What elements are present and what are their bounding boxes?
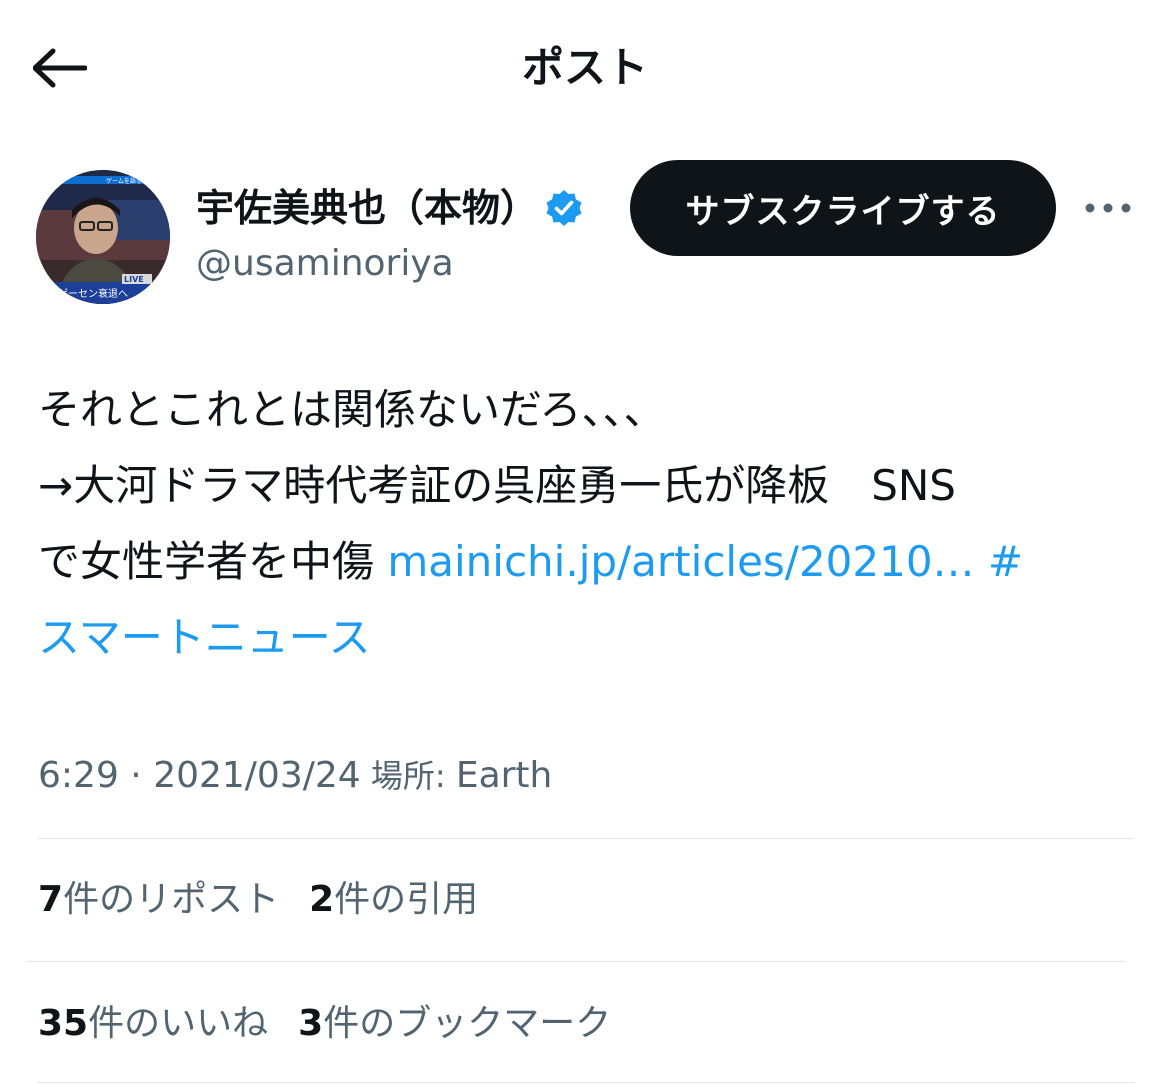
author-display-name: 宇佐美典也（本物） (196, 186, 539, 230)
article-link[interactable]: mainichi.jp/articles/20210… (387, 537, 974, 586)
stats-row-shares: 7件のリポスト 2件の引用 (38, 872, 478, 928)
reposts-label: 件のリポスト (63, 879, 280, 920)
divider (38, 1082, 1134, 1083)
page-title: ポスト (521, 43, 648, 92)
stats-row-engagement: 35件のいいね 3件のブックマーク (38, 996, 611, 1052)
post-line-3-text: で女性学者を中傷 (38, 537, 388, 586)
avatar-live-badge: LIVE (124, 275, 144, 284)
avatar-caption-bottom: ゲーセン衰退へ (58, 287, 128, 300)
avatar[interactable]: ゲームを語る LIVE ゲーセン衰退へ (36, 170, 170, 304)
likes-stat[interactable]: 35件のいいね (38, 996, 268, 1052)
post-line-1: それとこれとは関係ないだろ、、、 (38, 385, 666, 434)
post-date[interactable]: 2021/03/24 (153, 755, 361, 796)
location-label: 場所: (360, 757, 456, 795)
avatar-caption-top: ゲームを語る (106, 177, 142, 185)
subscribe-button[interactable]: サブスクライブする (630, 160, 1056, 256)
post-meta: 6:29 · 2021/03/24 場所: Earth (38, 748, 552, 804)
bookmarks-count: 3 (298, 1003, 324, 1044)
author-handle[interactable]: @usaminoriya (196, 238, 454, 290)
likes-count: 35 (38, 1003, 89, 1044)
reposts-count: 7 (38, 879, 64, 920)
hashtag-hash[interactable]: # (975, 537, 1023, 586)
post-line-2: →大河ドラマ時代考証の呉座勇一氏が降板 SNS (38, 461, 956, 510)
more-dots-icon (1085, 203, 1131, 213)
divider (38, 838, 1134, 839)
bookmarks-stat[interactable]: 3件のブックマーク (298, 996, 611, 1052)
post-time[interactable]: 6:29 (38, 755, 119, 796)
quotes-stat[interactable]: 2件の引用 (309, 872, 478, 928)
quotes-count: 2 (309, 879, 335, 920)
divider (26, 961, 1126, 962)
reposts-stat[interactable]: 7件のリポスト (38, 872, 279, 928)
post-line-3: で女性学者を中傷 mainichi.jp/articles/20210… # (38, 524, 1128, 600)
bookmarks-label: 件のブックマーク (323, 1003, 612, 1044)
meta-separator: · (118, 755, 154, 796)
author-name[interactable]: 宇佐美典也（本物） (196, 182, 584, 234)
likes-label: 件のいいね (88, 1003, 269, 1044)
post-text: それとこれとは関係ないだろ、、、 →大河ドラマ時代考証の呉座勇一氏が降板 SNS… (38, 372, 1128, 676)
verified-badge-icon (546, 190, 582, 226)
hashtag-link[interactable]: スマートニュース (38, 600, 1128, 676)
top-bar: ポスト (0, 0, 1170, 135)
quotes-label: 件の引用 (334, 879, 479, 920)
avatar-image: ゲームを語る LIVE ゲーセン衰退へ (36, 170, 170, 304)
more-options-button[interactable] (1080, 190, 1136, 226)
post-location: Earth (455, 755, 553, 796)
